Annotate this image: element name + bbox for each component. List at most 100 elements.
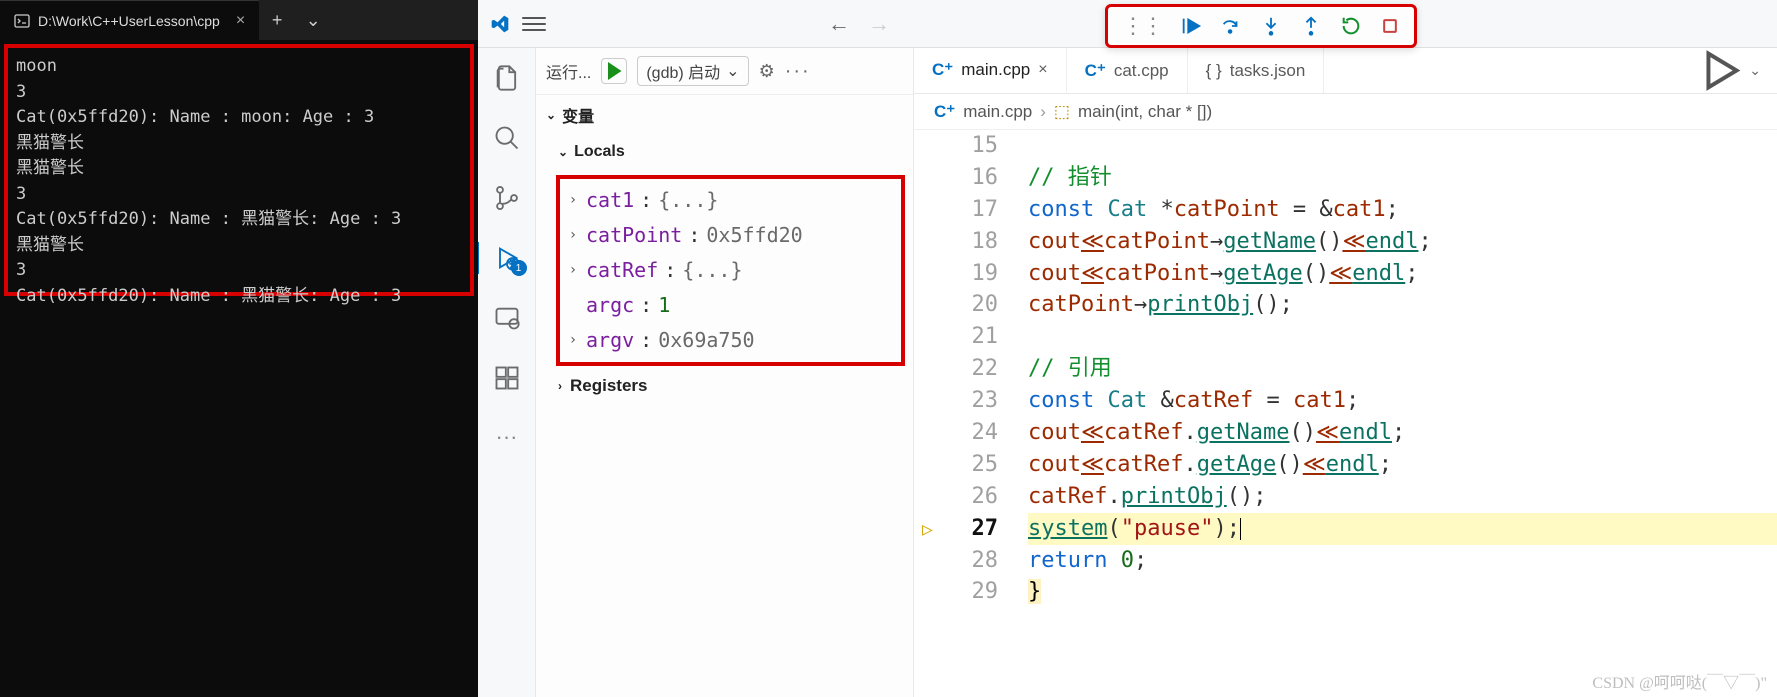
terminal-line: Cat(0x5ffd20): Name : 黑猫警长: Age : 3 xyxy=(16,284,462,310)
line-number[interactable]: 21 xyxy=(914,321,998,353)
explorer-icon[interactable] xyxy=(493,64,521,92)
gear-icon[interactable]: ⚙ xyxy=(759,61,775,82)
close-icon[interactable]: × xyxy=(236,12,245,30)
variable-value: {...} xyxy=(682,253,742,288)
variable-row[interactable]: ›catPoint: 0x5ffd20 xyxy=(566,218,895,253)
restart-button[interactable] xyxy=(1340,15,1362,37)
source-control-icon[interactable] xyxy=(493,184,521,212)
code-line[interactable]: // 指针 xyxy=(1028,162,1777,194)
variable-row[interactable]: ›cat1: {...} xyxy=(566,183,895,218)
step-over-button[interactable] xyxy=(1220,15,1242,37)
variable-row[interactable]: ›catRef: {...} xyxy=(566,253,895,288)
chevron-down-icon: ⌄ xyxy=(546,108,556,122)
tab-tasks-json[interactable]: { } tasks.json xyxy=(1188,48,1325,93)
menu-button[interactable] xyxy=(522,12,546,36)
step-out-button[interactable] xyxy=(1300,15,1322,37)
launch-config-select[interactable]: (gdb) 启动 ⌄ xyxy=(637,56,748,86)
line-number[interactable]: 16 xyxy=(914,162,998,194)
variable-name: catPoint xyxy=(586,218,682,253)
nav-forward-button[interactable]: → xyxy=(868,11,890,37)
variable-name: argc xyxy=(586,288,634,323)
vscode-window: ⋮⋮ ← → xyxy=(478,0,1777,697)
remote-icon[interactable] xyxy=(493,304,521,332)
line-number[interactable]: 20 xyxy=(914,289,998,321)
grip-icon[interactable]: ⋮⋮ xyxy=(1122,13,1162,39)
line-number[interactable]: 28 xyxy=(914,545,998,577)
terminal-line: moon xyxy=(16,54,462,80)
code-line[interactable]: cout≪catRef.getName()≪endl; xyxy=(1028,417,1777,449)
variable-row[interactable]: argc: 1 xyxy=(566,288,895,323)
line-number[interactable]: 24 xyxy=(914,417,998,449)
more-icon[interactable]: ··· xyxy=(785,60,811,83)
variables-section-header[interactable]: ⌄ 变量 xyxy=(536,95,913,135)
stop-button[interactable] xyxy=(1380,16,1400,36)
code-line[interactable]: system("pause"); xyxy=(1028,513,1777,545)
close-icon[interactable]: × xyxy=(1038,61,1047,79)
tab-main-cpp[interactable]: C⁺ main.cpp × xyxy=(914,48,1067,93)
symbol-icon: ⬚ xyxy=(1054,102,1070,122)
code-line[interactable]: // 引用 xyxy=(1028,353,1777,385)
variable-value: 0x69a750 xyxy=(658,323,754,358)
locals-header[interactable]: ⌄ Locals xyxy=(536,135,913,169)
code-editor[interactable]: 151617181920212223242526▷272829 // 指针con… xyxy=(914,130,1777,697)
line-number[interactable]: 25 xyxy=(914,449,998,481)
code-line[interactable]: cout≪catRef.getAge()≪endl; xyxy=(1028,449,1777,481)
start-debug-button[interactable] xyxy=(601,58,627,84)
editor: C⁺ main.cpp × C⁺ cat.cpp { } tasks.json … xyxy=(914,48,1777,697)
debug-sidebar: 运行... (gdb) 启动 ⌄ ⚙ ··· ⌄ 变量 ⌄ Locals ›ca… xyxy=(536,48,914,697)
terminal-line: 黑猫警长 xyxy=(16,156,462,182)
code-line[interactable]: catPoint→printObj(); xyxy=(1028,289,1777,321)
run-label: 运行... xyxy=(546,59,591,83)
locals-list: ›cat1: {...}›catPoint: 0x5ffd20›catRef: … xyxy=(556,175,905,366)
variable-name: argv xyxy=(586,323,634,358)
code-line[interactable]: cout≪catPoint→getName()≪endl; xyxy=(1028,226,1777,258)
terminal-tab[interactable]: D:\Work\C++UserLesson\cpp × xyxy=(0,0,259,40)
json-file-icon: { } xyxy=(1206,61,1222,81)
new-tab-button[interactable]: + xyxy=(259,0,295,40)
nav-back-button[interactable]: ← xyxy=(828,11,850,37)
chevron-down-icon: ⌄ xyxy=(558,145,568,159)
code-line[interactable] xyxy=(1028,130,1777,162)
cpp-file-icon: C⁺ xyxy=(1085,61,1106,81)
variable-value: 1 xyxy=(658,288,670,323)
code-line[interactable]: catRef.printObj(); xyxy=(1028,481,1777,513)
extensions-icon[interactable] xyxy=(493,364,521,392)
continue-button[interactable] xyxy=(1180,15,1202,37)
terminal-line: 黑猫警长 xyxy=(16,131,462,157)
run-file-button[interactable]: ⌄ xyxy=(1684,48,1777,93)
run-debug-icon[interactable]: 1 xyxy=(493,244,521,272)
terminal-icon xyxy=(14,13,30,29)
chevron-right-icon: › xyxy=(566,188,580,213)
terminal-window: D:\Work\C++UserLesson\cpp × + ⌄ moon3Cat… xyxy=(0,0,478,697)
debug-toolbar: ⋮⋮ xyxy=(1105,4,1417,48)
vscode-logo-icon xyxy=(490,14,510,34)
cpp-file-icon: C⁺ xyxy=(934,102,955,122)
line-number[interactable]: 29 xyxy=(914,576,998,608)
line-number[interactable]: 22 xyxy=(914,353,998,385)
tab-dropdown-icon[interactable]: ⌄ xyxy=(295,0,331,40)
line-number[interactable]: 15 xyxy=(914,130,998,162)
variable-row[interactable]: ›argv: 0x69a750 xyxy=(566,323,895,358)
tab-cat-cpp[interactable]: C⁺ cat.cpp xyxy=(1067,48,1188,93)
line-number[interactable]: 17 xyxy=(914,194,998,226)
code-line[interactable]: const Cat &catRef = cat1; xyxy=(1028,385,1777,417)
search-icon[interactable] xyxy=(493,124,521,152)
step-into-button[interactable] xyxy=(1260,15,1282,37)
line-number[interactable]: 23 xyxy=(914,385,998,417)
code-line[interactable]: const Cat *catPoint = &cat1; xyxy=(1028,194,1777,226)
line-number[interactable]: 18 xyxy=(914,226,998,258)
variable-value: 0x5ffd20 xyxy=(706,218,802,253)
line-number[interactable]: 26 xyxy=(914,481,998,513)
code-line[interactable]: cout≪catPoint→getAge()≪endl; xyxy=(1028,258,1777,290)
variable-value: {...} xyxy=(658,183,718,218)
code-line[interactable]: } xyxy=(1028,576,1777,608)
chevron-right-icon: › xyxy=(1040,102,1046,122)
more-icon[interactable]: ··· xyxy=(496,424,518,450)
registers-header[interactable]: › Registers xyxy=(536,376,913,396)
chevron-down-icon: ⌄ xyxy=(726,61,739,81)
line-number[interactable]: 19 xyxy=(914,258,998,290)
code-line[interactable]: return 0; xyxy=(1028,545,1777,577)
terminal-output[interactable]: moon3Cat(0x5ffd20): Name : moon: Age : 3… xyxy=(4,44,474,296)
breadcrumb[interactable]: C⁺ main.cpp › ⬚ main(int, char * []) xyxy=(914,94,1777,130)
code-line[interactable] xyxy=(1028,321,1777,353)
